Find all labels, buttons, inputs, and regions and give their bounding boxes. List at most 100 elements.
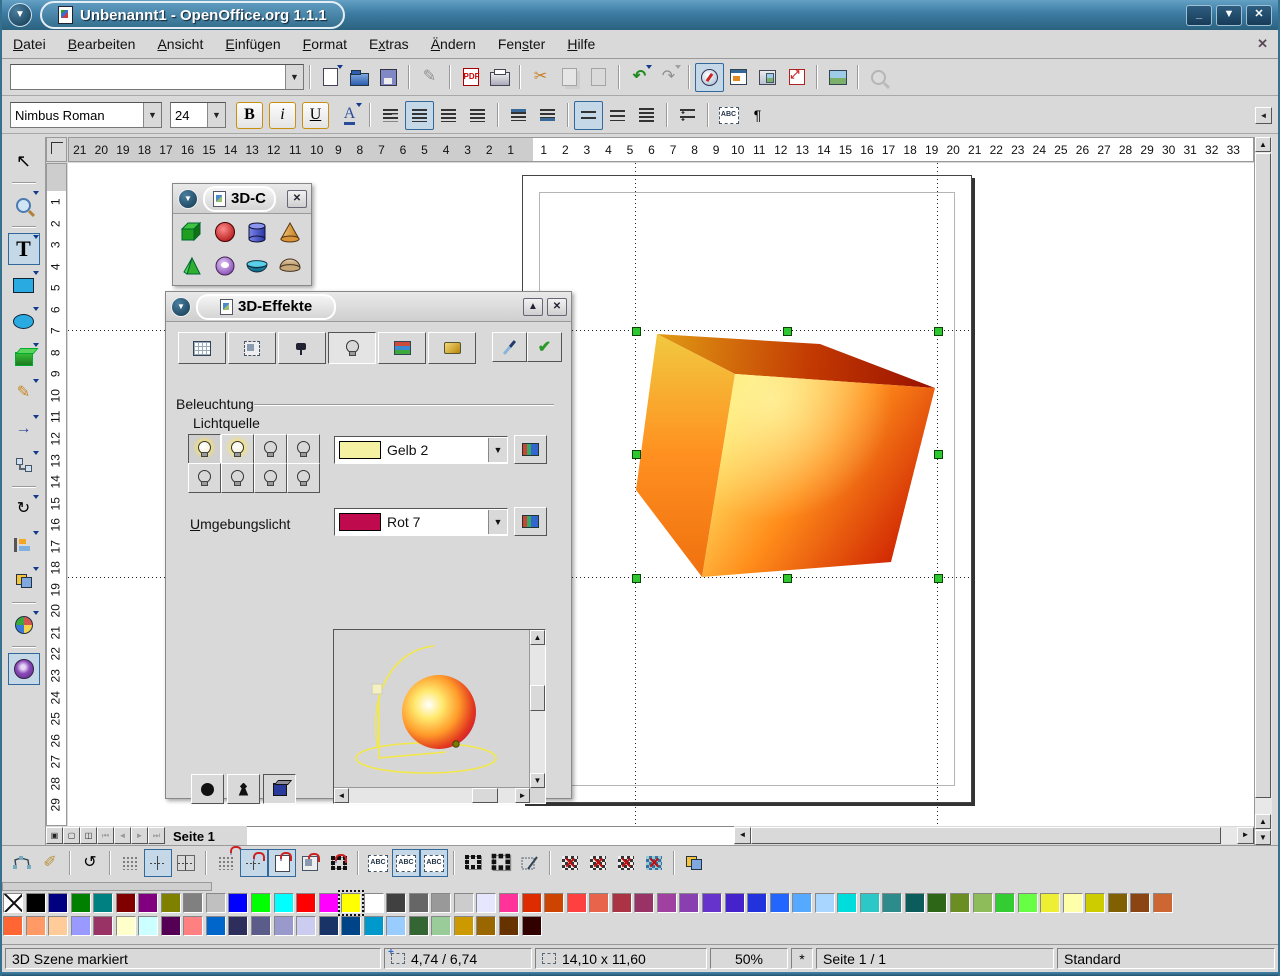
color-swatch[interactable]: [950, 893, 970, 913]
light-source-2-button[interactable]: [221, 434, 254, 464]
color-swatch[interactable]: [747, 893, 767, 913]
color-swatch[interactable]: [1153, 893, 1173, 913]
ambient-color-dialog-button[interactable]: [514, 507, 547, 536]
color-swatch[interactable]: [161, 893, 181, 913]
edit-points-button[interactable]: [8, 849, 36, 877]
insert-object-button[interactable]: [8, 609, 40, 641]
line-placeholder-button[interactable]: [640, 849, 668, 877]
color-swatch[interactable]: [409, 916, 429, 936]
ruler-origin-button[interactable]: [46, 137, 67, 162]
preview-mode-cube-button[interactable]: [263, 774, 296, 804]
glue-points-button[interactable]: ✐: [36, 849, 64, 877]
vertical-scrollbar[interactable]: ▲ ▲ ▼: [1254, 137, 1272, 845]
open-button[interactable]: [345, 63, 374, 92]
alignment-tool-button[interactable]: [8, 529, 40, 561]
color-swatch[interactable]: [319, 916, 339, 936]
handle-bottom-left[interactable]: [632, 574, 641, 583]
apply-button[interactable]: ✔: [527, 332, 562, 362]
color-swatch[interactable]: [476, 893, 496, 913]
spacing-decrease-button[interactable]: [533, 101, 562, 130]
color-swatch[interactable]: [48, 893, 68, 913]
preview-hscrollbar[interactable]: ◄ ►: [334, 787, 530, 803]
snap-guides-button[interactable]: [240, 849, 268, 877]
cut-button[interactable]: ✂: [526, 63, 555, 92]
tab-favorites[interactable]: [178, 332, 226, 364]
light-source-8-button[interactable]: [287, 463, 320, 493]
color-swatch[interactable]: [792, 893, 812, 913]
color-swatch[interactable]: [138, 893, 158, 913]
page-style-panel[interactable]: Standard: [1057, 948, 1275, 969]
3d-cone-shape-button[interactable]: [275, 218, 305, 246]
handle-top-center[interactable]: [783, 327, 792, 336]
color-swatch[interactable]: [3, 916, 23, 936]
color-swatch[interactable]: [544, 893, 564, 913]
3d-palette-titlebar[interactable]: ▼ 3D-C ✕: [173, 184, 311, 214]
large-handles-button[interactable]: [488, 849, 516, 877]
color-swatch[interactable]: [476, 916, 496, 936]
menu-bearbeiten[interactable]: Bearbeiten: [57, 36, 147, 52]
preview-mode-lamp-button[interactable]: [227, 774, 260, 804]
view-mode-page-button[interactable]: ▣: [46, 827, 63, 844]
ambient-color-dropdown-icon[interactable]: ▼: [488, 510, 507, 534]
close-button[interactable]: ✕: [1246, 5, 1272, 26]
handle-bottom-right[interactable]: [934, 574, 943, 583]
rectangle-tool-button[interactable]: [8, 269, 40, 301]
gallery-button[interactable]: [753, 63, 782, 92]
color-swatch[interactable]: [26, 916, 46, 936]
color-swatch[interactable]: [319, 893, 339, 913]
3d-shell-shape-button[interactable]: [242, 252, 272, 280]
tab-textures[interactable]: [378, 332, 426, 364]
color-swatch[interactable]: [1108, 893, 1128, 913]
tab-shading[interactable]: [278, 332, 326, 364]
3d-effects-close-button[interactable]: ✕: [547, 298, 567, 316]
color-swatch[interactable]: [657, 893, 677, 913]
rotate-tool-button[interactable]: ↻: [8, 493, 40, 525]
color-swatch[interactable]: [48, 916, 68, 936]
rotation-mode-button[interactable]: ↺: [76, 849, 104, 877]
tab-illumination[interactable]: [328, 332, 376, 364]
lines-arrows-tool-button[interactable]: →: [8, 413, 40, 445]
font-size-combobox[interactable]: 24 ▼: [170, 102, 226, 128]
zoom-panel[interactable]: 50%: [710, 948, 788, 969]
snap-margins-button[interactable]: [268, 849, 296, 877]
light-source-1-button[interactable]: [188, 434, 221, 464]
handle-top-right[interactable]: [934, 327, 943, 336]
page-indicator-panel[interactable]: Seite 1 / 1: [816, 948, 1054, 969]
3d-torus-shape-button[interactable]: [210, 252, 240, 280]
color-swatch[interactable]: [454, 916, 474, 936]
color-swatch-none[interactable]: [3, 893, 23, 913]
color-swatch[interactable]: [228, 893, 248, 913]
3d-halfsphere-shape-button[interactable]: [275, 252, 305, 280]
color-swatch[interactable]: [702, 893, 722, 913]
colorbar-scrollbar[interactable]: [2, 882, 212, 891]
3d-effects-menu-button[interactable]: ▼: [171, 297, 191, 317]
color-swatch[interactable]: [251, 916, 271, 936]
color-swatch[interactable]: [431, 893, 451, 913]
show-grid-button[interactable]: [116, 849, 144, 877]
window-menu-button[interactable]: ▼: [8, 3, 32, 27]
3d-cylinder-shape-button[interactable]: [242, 218, 272, 246]
color-swatch[interactable]: [589, 893, 609, 913]
next-page-icon[interactable]: ►: [131, 827, 148, 844]
tab-material[interactable]: [428, 332, 476, 364]
insert-graphic-button[interactable]: [823, 63, 852, 92]
select-text-area-button[interactable]: ABC: [392, 849, 420, 877]
color-swatch[interactable]: [837, 893, 857, 913]
light-source-3-button[interactable]: [254, 434, 287, 464]
light-source-5-button[interactable]: [188, 463, 221, 493]
cursor-position-panel[interactable]: 4,74 / 6,74: [384, 948, 532, 969]
font-color-button[interactable]: A: [335, 101, 364, 130]
page-tab-seite1[interactable]: Seite 1: [165, 826, 247, 846]
handle-bottom-center[interactable]: [783, 574, 792, 583]
color-swatch[interactable]: [206, 893, 226, 913]
menu-ansicht[interactable]: Ansicht: [146, 36, 214, 52]
hscroll-thumb[interactable]: [751, 827, 1221, 844]
color-swatch[interactable]: [1040, 893, 1060, 913]
color-swatch[interactable]: [725, 893, 745, 913]
view-mode-layer-button[interactable]: ◫: [80, 827, 97, 844]
light-source-6-button[interactable]: [221, 463, 254, 493]
font-name-combobox[interactable]: Nimbus Roman ▼: [10, 102, 162, 128]
simple-handles-button[interactable]: [460, 849, 488, 877]
url-combobox[interactable]: ▼: [10, 64, 304, 90]
color-swatch[interactable]: [364, 916, 384, 936]
